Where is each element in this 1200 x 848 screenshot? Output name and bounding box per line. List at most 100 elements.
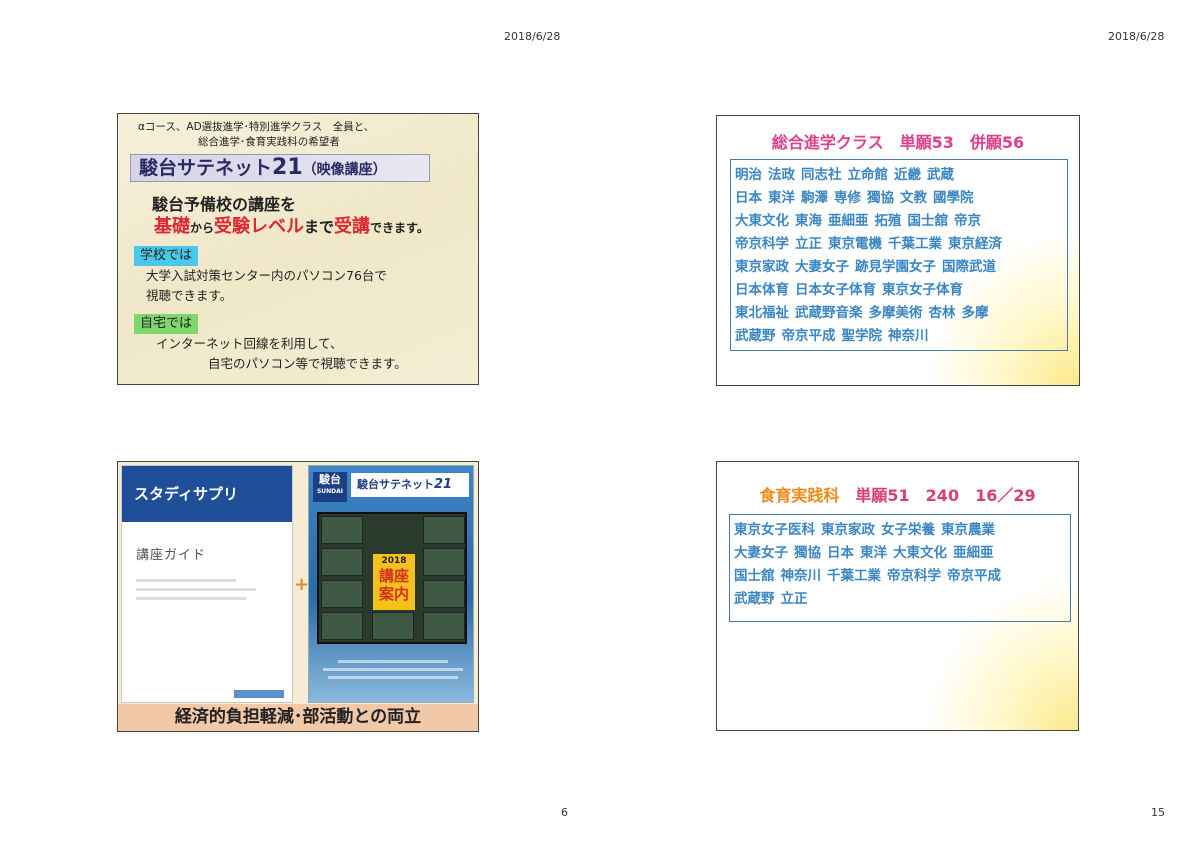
lecture-video-grid: 2018 講座 案内	[317, 512, 467, 644]
university-name: 跡見学園女子	[855, 259, 936, 275]
university-name: 立正	[780, 591, 808, 607]
pamphlet-body-text	[323, 660, 463, 684]
university-name: 帝京平成	[781, 328, 836, 344]
pamphlet-center-box: 2018 講座 案内	[373, 554, 415, 610]
university-name: 立正	[795, 236, 822, 252]
university-row: 帝京科学 立正 東京電機 千葉工業 東京経済	[735, 233, 1067, 256]
heading-2-c: 受験レベル	[214, 216, 305, 237]
university-name: 日本体育	[735, 282, 789, 298]
sundai-logo-text: 駿台	[319, 473, 341, 486]
banner-num: 21	[272, 155, 303, 180]
university-name: 東京女子医科	[734, 522, 815, 538]
university-name: 同志社	[801, 167, 842, 183]
university-row: 大妻女子 獨協 日本 東洋 大東文化 亜細亜	[734, 542, 1070, 565]
university-row: 武蔵野 帝京平成 聖学院 神奈川	[735, 325, 1067, 348]
university-name: 帝京平成	[947, 568, 1001, 584]
university-name: 専修	[834, 190, 861, 206]
home-tag: 自宅では	[134, 314, 199, 334]
university-row: 明治 法政 同志社 立命館 近畿 武蔵	[735, 164, 1067, 187]
university-name: 大東文化	[735, 213, 789, 229]
university-name: 獨協	[867, 190, 894, 206]
shokuiku-title-a: 食育実践科	[759, 486, 840, 505]
page-number-left: 6	[561, 806, 568, 819]
slide-sogo-shingaku: 総合進学クラス 単願53 併願56 明治 法政 同志社 立命館 近畿 武蔵 日本 東洋 駒澤 専修…	[716, 115, 1080, 386]
university-name: 日本	[735, 190, 762, 206]
sapuri-brand: スタディサプリ	[122, 466, 292, 522]
university-name: 日本	[827, 545, 854, 561]
satenet-banner: 駿台サテネット21（映像講座）	[130, 154, 430, 182]
university-name: 聖学院	[841, 328, 883, 344]
intro-line-2: 総合進学･食育実践科の希望者	[198, 136, 340, 148]
heading-2-f: できます。	[370, 221, 429, 235]
pamphlet-center-2: 案内	[378, 585, 409, 603]
university-row: 日本 東洋 駒澤 専修 獨協 文教 國學院	[735, 187, 1067, 210]
university-name: 亜細亜	[828, 213, 869, 229]
university-name: 東京家政	[735, 259, 789, 275]
university-name: 獨協	[794, 545, 821, 561]
university-name: 立命館	[847, 167, 889, 183]
school-text: 大学入試対策センター内のパソコン76台で 視聴できます。	[146, 266, 387, 306]
slide-sundai-satenet: αコース、AD選抜進学･特別進学クラス 全員と、 総合進学･食育実践科の希望者 …	[117, 113, 479, 385]
university-name: 神奈川	[780, 568, 822, 584]
university-name: 武蔵	[927, 167, 954, 183]
banner-sub: （映像講座）	[302, 162, 387, 178]
university-name: 國學院	[933, 190, 974, 206]
university-name: 東洋	[860, 545, 887, 561]
university-name: 東北福祉	[735, 305, 789, 321]
university-row: 東京家政 大妻女子 跡見学園女子 国際武道	[735, 256, 1067, 279]
university-name: 国際武道	[942, 259, 996, 275]
university-row: 武蔵野 立正	[734, 588, 1070, 611]
university-row: 国士舘 神奈川 千葉工業 帝京科学 帝京平成	[734, 565, 1070, 588]
university-name: 東京家政	[821, 522, 875, 538]
sogo-title: 総合進学クラス 単願53 併願56	[771, 133, 1025, 152]
university-name: 千葉工業	[888, 236, 942, 252]
school-text-1: 大学入試対策センター内のパソコン76台で	[146, 268, 387, 283]
heading-2: 基礎から受験レベルまで受講できます。	[154, 212, 429, 238]
pamphlet-center-1: 講座	[378, 567, 409, 585]
heading-2-a: 基礎	[154, 216, 190, 237]
university-name: 東海	[795, 213, 822, 229]
banner-main: 駿台サテネット	[139, 157, 273, 179]
university-name: 国士舘	[907, 213, 949, 229]
sapuri-body-text	[136, 579, 292, 600]
university-name: 帝京	[954, 213, 981, 229]
university-name: 神奈川	[888, 328, 929, 344]
slide-shokuiku-jissen: 食育実践科 単願51 240 16／29 東京女子医科 東京家政 女子栄養 東京農業大…	[716, 461, 1079, 731]
pamphlet-year: 2018	[381, 556, 407, 566]
slide-study-sapuri: スタディサプリ 講座ガイド + 駿台 SUNDAI 駿台サテネット21 2018…	[117, 461, 479, 732]
shokuiku-title-b: 単願51 240 16／29	[855, 486, 1036, 505]
university-name: 女子栄養	[881, 522, 935, 538]
university-name: 多摩	[961, 305, 989, 321]
university-name: 武蔵野	[734, 591, 775, 607]
intro-text: αコース、AD選抜進学･特別進学クラス 全員と、 総合進学･食育実践科の希望者	[138, 120, 468, 150]
shokuiku-university-list: 東京女子医科 東京家政 女子栄養 東京農業 大妻女子 獨協 日本 東洋 大東文化 亜細亜 国士舘 神奈…	[729, 514, 1071, 622]
sapuri-button	[234, 690, 284, 698]
sogo-university-list: 明治 法政 同志社 立命館 近畿 武蔵 日本 東洋 駒澤 専修 獨協 文教 國學院 大東文化 東海 亜細亜 拓殖…	[730, 159, 1068, 351]
university-name: 亜細亜	[953, 545, 994, 561]
university-name: 東京女子体育	[882, 282, 963, 298]
university-name: 千葉工業	[827, 568, 881, 584]
university-name: 武蔵野音楽	[795, 305, 863, 321]
date-left: 2018/6/28	[504, 30, 561, 43]
university-row: 東京女子医科 東京家政 女子栄養 東京農業	[734, 519, 1070, 542]
sundai-logo-en: SUNDAI	[316, 488, 344, 495]
heading-2-e: 受講	[334, 216, 371, 237]
pamphlet-title-text: 駿台サテネット	[357, 478, 434, 491]
intro-line-1: αコース、AD選抜進学･特別進学クラス 全員と、	[138, 121, 375, 133]
university-name: 帝京科学	[887, 568, 941, 584]
university-name: 帝京科学	[735, 236, 789, 252]
school-tag: 学校では	[134, 246, 199, 266]
sundai-pamphlet: 駿台 SUNDAI 駿台サテネット21 2018 講座 案内	[308, 465, 474, 703]
school-text-2: 視聴できます。	[146, 288, 233, 303]
sundai-logo: 駿台 SUNDAI	[313, 472, 347, 502]
university-name: 国士舘	[734, 568, 775, 584]
page-number-right: 15	[1151, 806, 1165, 819]
home-text-1: インターネット回線を利用して、	[156, 336, 343, 351]
university-name: 杏林	[928, 305, 956, 321]
university-name: 拓殖	[874, 213, 902, 229]
home-text: インターネット回線を利用して、 自宅のパソコン等で視聴できます。	[156, 334, 407, 374]
university-name: 東京電機	[828, 236, 882, 252]
university-row: 大東文化 東海 亜細亜 拓殖 国士舘 帝京	[735, 210, 1067, 233]
university-name: 近畿	[894, 167, 921, 183]
university-row: 東北福祉 武蔵野音楽 多摩美術 杏林 多摩	[735, 302, 1067, 325]
